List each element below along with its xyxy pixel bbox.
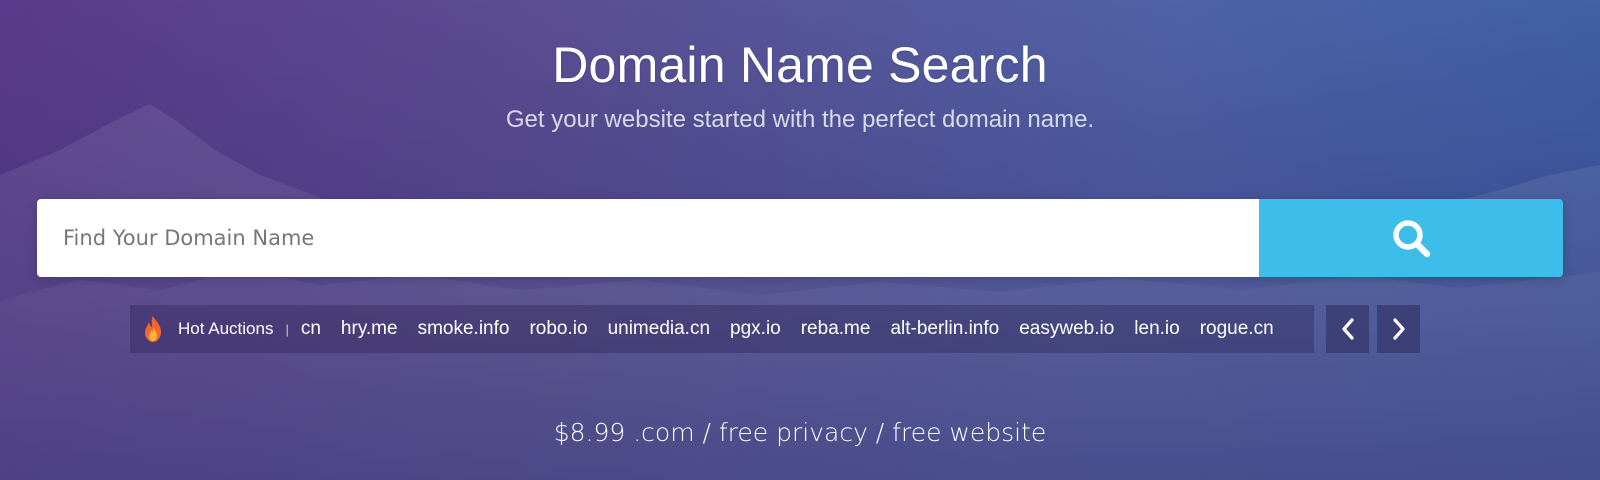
auction-domain-link[interactable]: smoke.info bbox=[418, 318, 510, 340]
hot-auctions-bar: Hot Auctions | cn hry.me smoke.info robo… bbox=[130, 305, 1420, 353]
auction-domain-link[interactable]: len.io bbox=[1134, 318, 1179, 340]
domain-search-form bbox=[37, 199, 1563, 277]
domain-search-input[interactable] bbox=[37, 199, 1259, 277]
chevron-right-icon bbox=[1390, 318, 1408, 340]
prev-button[interactable] bbox=[1326, 305, 1369, 353]
auction-domain-link[interactable]: cn bbox=[301, 318, 321, 340]
auction-domain-link[interactable]: easyweb.io bbox=[1019, 318, 1114, 340]
auction-domain-link[interactable]: robo.io bbox=[529, 318, 587, 340]
hot-auctions-list: Hot Auctions | cn hry.me smoke.info robo… bbox=[130, 305, 1314, 353]
chevron-left-icon bbox=[1339, 318, 1357, 340]
promo-text: $8.99 .com / free privacy / free website bbox=[553, 418, 1047, 447]
page-subtitle: Get your website started with the perfec… bbox=[505, 106, 1095, 133]
hero-section: Domain Name Search Get your website star… bbox=[0, 0, 1600, 480]
auction-domain-link[interactable]: pgx.io bbox=[730, 318, 781, 340]
page-title: Domain Name Search bbox=[552, 37, 1048, 93]
auction-domain-link[interactable]: rogue.cn bbox=[1200, 318, 1274, 340]
auction-domain-link[interactable]: hry.me bbox=[341, 318, 398, 340]
hot-auctions-label: Hot Auctions bbox=[178, 319, 274, 338]
auction-domain-link[interactable]: alt-berlin.info bbox=[890, 318, 999, 340]
label-separator: | bbox=[285, 321, 289, 337]
search-button[interactable] bbox=[1259, 199, 1563, 277]
auction-domain-link[interactable]: reba.me bbox=[801, 318, 871, 340]
auction-nav bbox=[1326, 305, 1420, 353]
flame-icon bbox=[142, 315, 164, 343]
auction-domain-link[interactable]: unimedia.cn bbox=[608, 318, 710, 340]
search-icon bbox=[1389, 216, 1433, 260]
next-button[interactable] bbox=[1377, 305, 1420, 353]
